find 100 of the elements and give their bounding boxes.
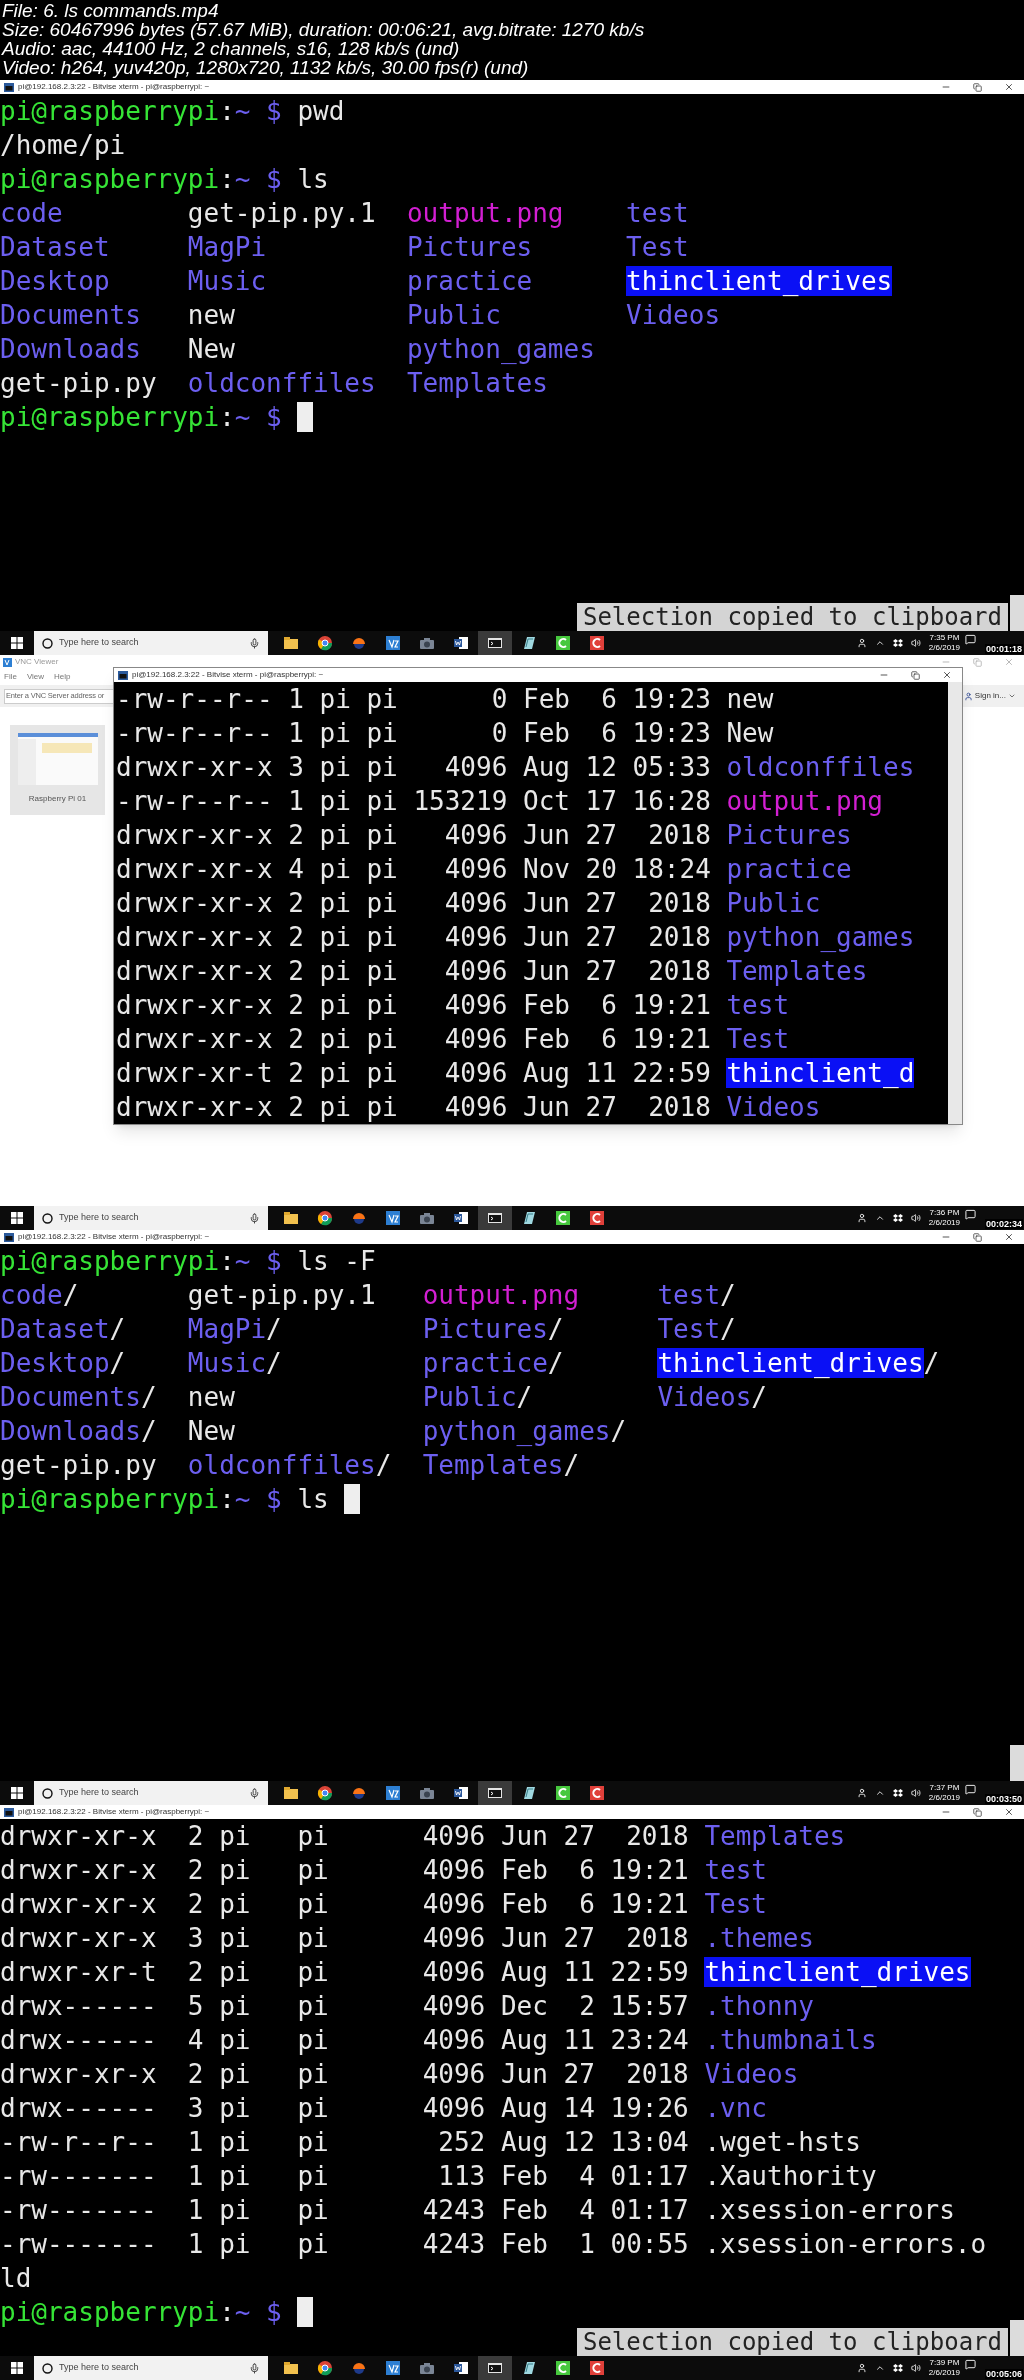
folder-icon[interactable] [282,1784,300,1802]
remote-viewer-icon[interactable] [384,634,402,652]
microphone-icon[interactable] [249,2362,260,2374]
folder-icon[interactable] [282,2359,300,2377]
scrollbar[interactable] [1010,595,1024,631]
microphone-icon[interactable] [249,1787,260,1799]
search-field[interactable]: Type here to search [34,1206,268,1230]
browser-icon[interactable] [316,1209,334,1227]
file-info-line: Audio: aac, 44100 Hz, 2 channels, s16, 128 kb/s (und) [2,39,460,58]
folder-icon[interactable] [282,634,300,652]
computer-card[interactable]: Raspberry Pi 01 [10,725,105,815]
notification-icon[interactable] [965,1209,976,1220]
microphone-icon[interactable] [249,1212,260,1224]
speaker-icon[interactable] [910,2363,921,2373]
file-name: .thumbnails [704,2025,877,2055]
clock-time[interactable]: 7:39 PM [929,2358,960,2368]
browser-icon[interactable] [316,1784,334,1802]
start-icon[interactable] [11,1787,23,1799]
close-icon[interactable] [1004,1807,1014,1817]
microphone-icon[interactable] [249,637,260,649]
recorder-app-icon[interactable] [554,1209,572,1227]
start-icon[interactable] [11,1212,23,1224]
close-icon[interactable] [1004,82,1014,92]
restore-icon[interactable] [973,1232,982,1242]
file-name: Pictures [422,1314,548,1344]
file-name: get-pip.py.1 [187,1280,376,1310]
file-name: output.png [422,1280,580,1310]
chevron-up-icon[interactable] [874,638,885,648]
recorder-app-icon[interactable] [554,2359,572,2377]
document-app-icon[interactable] [452,634,470,652]
notification-icon[interactable] [965,1784,976,1795]
remote-viewer-icon[interactable] [384,2359,402,2377]
file-details: drwxr-xr-x 2 pi pi 4096 Jun 27 2018 [116,1091,711,1124]
clock-date[interactable]: 2/6/2019 [928,1218,960,1228]
restore-icon[interactable] [911,670,920,680]
chevron-up-icon[interactable] [874,2363,885,2373]
file-name: python_games [726,922,915,952]
close-icon[interactable] [942,670,952,680]
editor-app-icon[interactable] [588,1209,606,1227]
file-name: Desktop [0,1348,110,1378]
clock-time[interactable]: 7:35 PM [929,633,960,643]
clock-date[interactable]: 2/6/2019 [928,2368,960,2378]
menu-item[interactable]: View [26,671,45,683]
search-field[interactable]: Type here to search [34,2356,268,2380]
remote-viewer-icon[interactable] [384,1784,402,1802]
notification-icon[interactable] [965,634,976,645]
people-icon[interactable] [856,1213,867,1223]
type-indicator: / [720,1314,736,1344]
search-field[interactable]: Type here to search [34,631,268,655]
notification-icon[interactable] [965,2359,976,2370]
clock-date[interactable]: 2/6/2019 [928,1793,960,1803]
file-details: drwxr-xr-x 2 pi pi 4096 Jun 27 2018 [116,819,711,852]
command-text: pwd [297,95,345,128]
speaker-icon[interactable] [910,1213,921,1223]
chevron-up-icon[interactable] [874,1213,885,1223]
remote-viewer-icon[interactable] [384,1209,402,1227]
document-app-icon[interactable] [452,2359,470,2377]
document-app-icon[interactable] [452,1784,470,1802]
recorder-app-icon[interactable] [554,634,572,652]
folder-icon[interactable] [282,1209,300,1227]
clock-time[interactable]: 7:37 PM [929,1783,960,1793]
chevron-up-icon[interactable] [874,1788,885,1798]
sign-in-link[interactable]: Sign in... [974,690,1006,702]
recorder-app-icon[interactable] [554,1784,572,1802]
clock-date[interactable]: 2/6/2019 [928,643,960,653]
browser-icon[interactable] [316,634,334,652]
start-icon[interactable] [11,637,23,649]
caret-icon[interactable] [1008,692,1016,700]
file-name: python_games [422,1416,611,1446]
menu-item[interactable]: Help [54,671,71,683]
editor-app-icon[interactable] [588,1784,606,1802]
menu-item[interactable]: File [4,671,17,683]
people-icon[interactable] [856,1788,867,1798]
start-icon[interactable] [11,2362,23,2374]
speaker-icon[interactable] [910,1788,921,1798]
search-field[interactable]: Type here to search [34,1781,268,1805]
clock-time[interactable]: 7:36 PM [929,1208,960,1218]
shell-prompt: pi@raspberrypi:~ $ [0,401,282,434]
scrollbar[interactable] [1010,2320,1024,2356]
file-details: drwxr-xr-x 2 pi pi 4096 Feb 6 19:21 [0,1854,689,1887]
scrollbar[interactable] [948,682,962,1124]
people-icon[interactable] [856,638,867,648]
scrollbar[interactable] [1010,1745,1024,1781]
editor-app-icon[interactable] [588,2359,606,2377]
video-timestamp: 00:05:06 [984,2369,1023,2379]
speaker-icon[interactable] [910,638,921,648]
people-icon[interactable] [856,2363,867,2373]
restore-icon[interactable] [973,82,982,92]
file-name: Public [422,1382,517,1412]
file-details: drwxr-xr-x 2 pi pi 4096 Jun 27 2018 [0,2058,689,2091]
terminal-icon [4,1807,14,1817]
restore-icon[interactable] [973,1807,982,1817]
window-title: pi@192.168.2.3:22 - Bitvise xterm - pi@raspberrypi: ~ [18,83,210,91]
file-name: oldconffiles [187,1450,376,1480]
close-icon[interactable] [1004,1232,1014,1242]
document-app-icon[interactable] [452,1209,470,1227]
type-indicator: / [140,1416,157,1446]
file-name: New [187,334,235,364]
browser-icon[interactable] [316,2359,334,2377]
editor-app-icon[interactable] [588,634,606,652]
